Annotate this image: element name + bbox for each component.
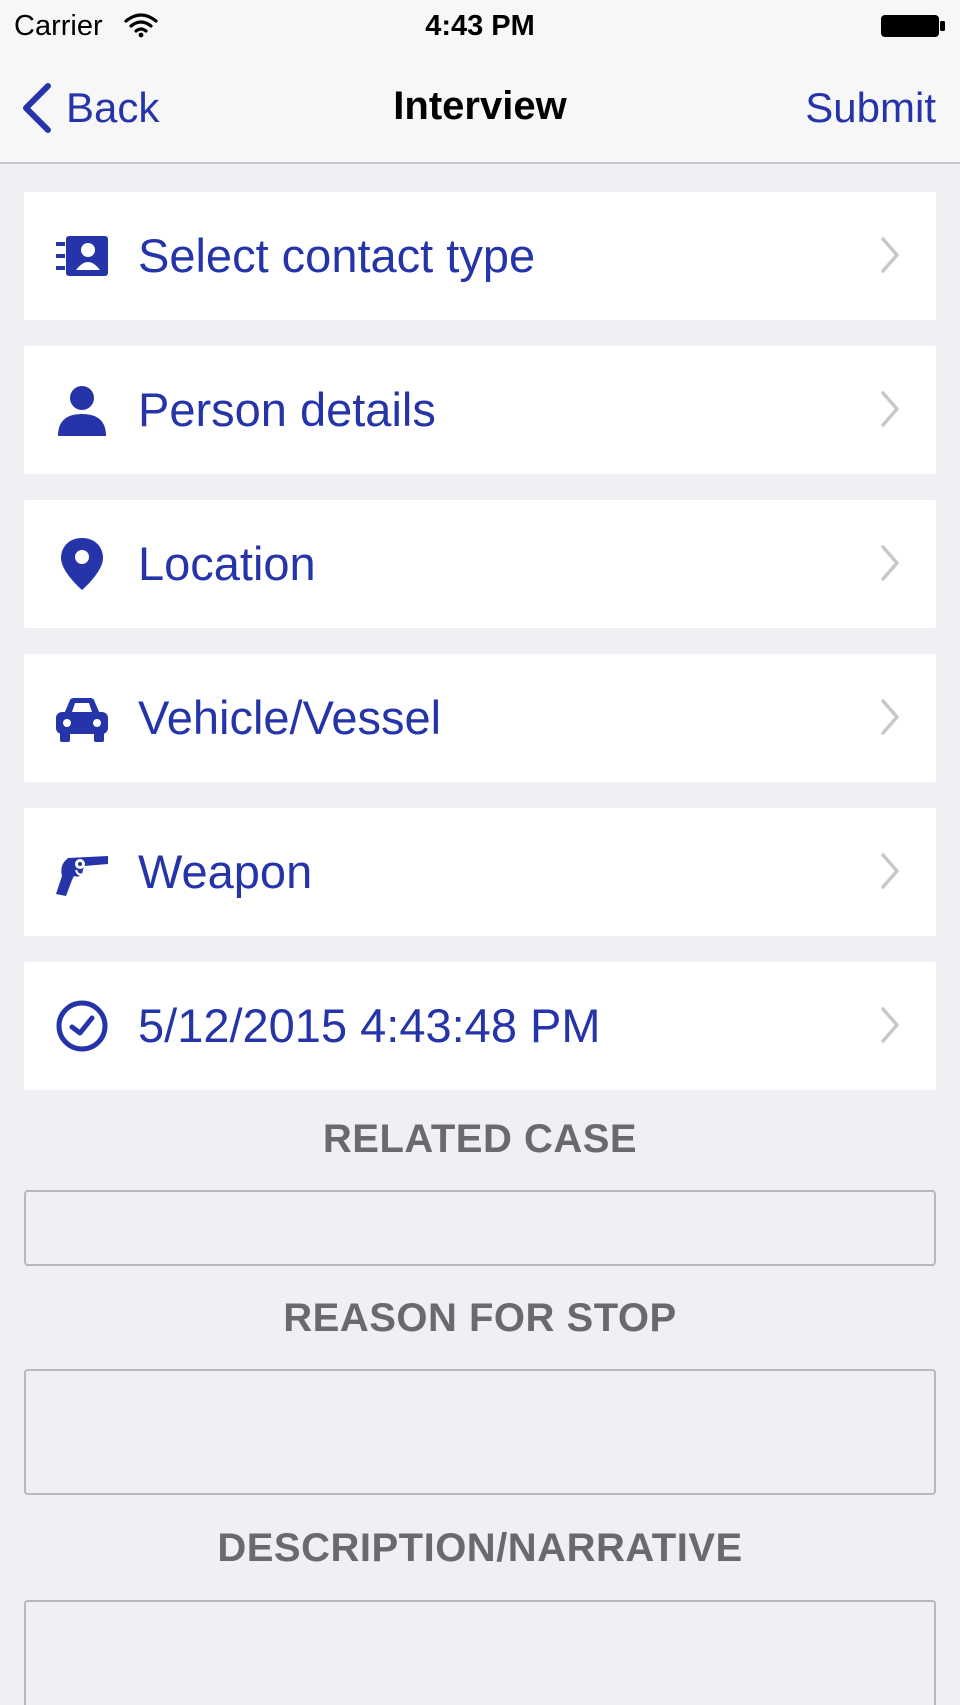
revolver-icon [54, 844, 110, 900]
location-pin-icon [54, 536, 110, 592]
related-case-label: RELATED CASE [322, 1117, 638, 1161]
description-narrative-label: DESCRIPTION/NARRATIVE [217, 1526, 743, 1570]
menu-row-label: Weapon [138, 845, 313, 898]
chevron-right-icon [881, 545, 899, 581]
menu-row-location[interactable]: Location [24, 500, 936, 628]
menu-row-label: Vehicle/Vessel [138, 691, 442, 744]
menu-row-label: 5/12/2015 4:43:48 PM [138, 999, 601, 1052]
person-icon [54, 382, 110, 438]
chevron-right-icon [881, 853, 899, 889]
related-case-field[interactable] [24, 1190, 936, 1266]
reason-for-stop-label: REASON FOR STOP [283, 1296, 677, 1340]
reason-for-stop-field[interactable] [24, 1369, 936, 1495]
menu-row-vehicle-vessel[interactable]: Vehicle/Vessel [24, 654, 936, 782]
menu-row-label: Location [138, 537, 316, 590]
chevron-right-icon [881, 237, 899, 273]
battery-icon [881, 15, 945, 37]
navigation-bar: Back Interview Submit [0, 52, 960, 164]
description-narrative-field[interactable] [24, 1600, 936, 1705]
menu-row-person-details[interactable]: Person details [24, 346, 936, 474]
menu-row-label: Person details [138, 383, 436, 436]
contact-card-icon [54, 228, 110, 284]
clock-icon [54, 998, 110, 1054]
chevron-right-icon [881, 1007, 899, 1043]
menu-row-datetime[interactable]: 5/12/2015 4:43:48 PM [24, 962, 936, 1090]
menu-row-weapon[interactable]: Weapon [24, 808, 936, 936]
submit-button[interactable]: Submit [805, 84, 936, 132]
menu-row-label: Select contact type [138, 229, 536, 282]
status-time: 4:43 PM [425, 10, 535, 42]
chevron-right-icon [881, 699, 899, 735]
status-bar: Carrier 4:43 PM [0, 0, 960, 52]
car-icon [54, 690, 110, 746]
menu-row-contact-type[interactable]: Select contact type [24, 192, 936, 320]
interview-screen: Carrier 4:43 PM Back Interview Submit Se… [0, 0, 960, 1705]
chevron-right-icon [881, 391, 899, 427]
